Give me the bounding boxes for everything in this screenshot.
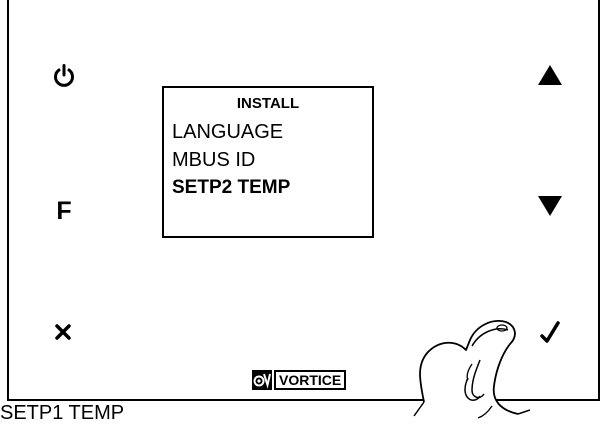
menu-item-mbus-id[interactable]: MBUS ID	[172, 150, 255, 170]
menu-item-language[interactable]: LANGUAGE	[172, 122, 283, 142]
confirm-button[interactable]	[536, 318, 564, 346]
down-button[interactable]	[535, 193, 565, 219]
logo-swirl-icon	[252, 370, 272, 390]
caption-text: SETP1 TEMP	[0, 402, 125, 424]
lcd-screen: INSTALL LANGUAGE MBUS ID SETP2 TEMP	[162, 86, 374, 238]
power-button[interactable]	[50, 62, 78, 90]
menu-item-setp2-temp[interactable]: SETP2 TEMP	[172, 178, 290, 198]
up-button[interactable]	[535, 62, 565, 88]
close-icon	[55, 324, 71, 340]
triangle-up-icon	[538, 65, 562, 85]
logo-text: VORTICE	[274, 370, 347, 390]
hand-icon	[413, 320, 530, 419]
triangle-down-icon	[538, 196, 562, 216]
power-icon	[54, 64, 74, 87]
cancel-button[interactable]	[51, 320, 75, 344]
check-icon	[540, 321, 560, 343]
function-button[interactable]: F	[50, 197, 78, 225]
vortice-logo: VORTICE	[252, 370, 347, 390]
screen-title: INSTALL	[236, 95, 300, 112]
